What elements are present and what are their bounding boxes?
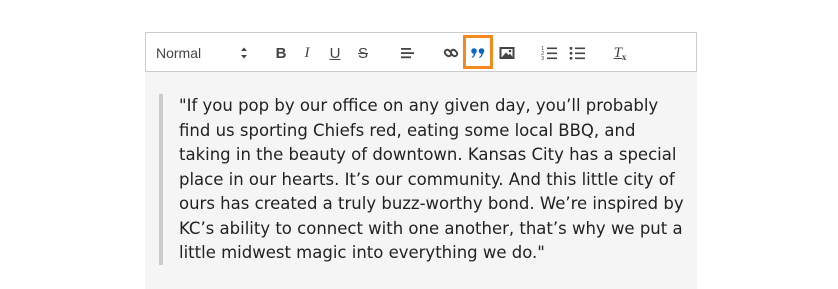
link-button[interactable] xyxy=(438,40,464,66)
clear-x-mark: x xyxy=(621,51,627,62)
bold-icon: B xyxy=(275,44,287,62)
link-icon xyxy=(443,48,459,58)
strike-button[interactable]: S xyxy=(350,40,376,66)
ordered-list-icon: 1 2 3 xyxy=(541,46,557,61)
format-select-value: Normal xyxy=(156,45,202,61)
clear-formatting-letter: T xyxy=(613,44,622,61)
underline-button[interactable]: U xyxy=(322,40,348,66)
align-left-icon xyxy=(401,48,414,59)
blockquote-border xyxy=(159,94,163,265)
format-select[interactable]: Normal xyxy=(156,40,248,66)
clear-formatting-icon: Tx xyxy=(614,45,627,62)
clear-formatting-button[interactable]: Tx xyxy=(607,40,633,66)
svg-text:3: 3 xyxy=(541,56,544,61)
bullet-list-button[interactable] xyxy=(564,40,590,66)
ordered-list-button[interactable]: 1 2 3 xyxy=(536,40,562,66)
blockquote-icon xyxy=(471,48,485,58)
bold-button[interactable]: B xyxy=(268,40,294,66)
image-button[interactable] xyxy=(494,40,520,66)
select-arrows-icon xyxy=(240,46,248,60)
underline-icon: U xyxy=(329,44,341,62)
blockquote-text[interactable]: "If you pop by our office on any given d… xyxy=(179,94,687,266)
strikethrough-icon: S xyxy=(357,44,368,62)
image-icon xyxy=(499,47,515,59)
editor-content-area[interactable]: "If you pop by our office on any given d… xyxy=(145,72,697,289)
italic-button[interactable]: I xyxy=(294,40,320,66)
italic-icon: I xyxy=(304,44,310,61)
align-button[interactable] xyxy=(394,40,420,66)
editor-toolbar: Normal B I U S 1 2 3 Tx xyxy=(145,32,697,72)
blockquote-button[interactable] xyxy=(465,40,491,66)
bullet-list-icon xyxy=(569,46,585,60)
